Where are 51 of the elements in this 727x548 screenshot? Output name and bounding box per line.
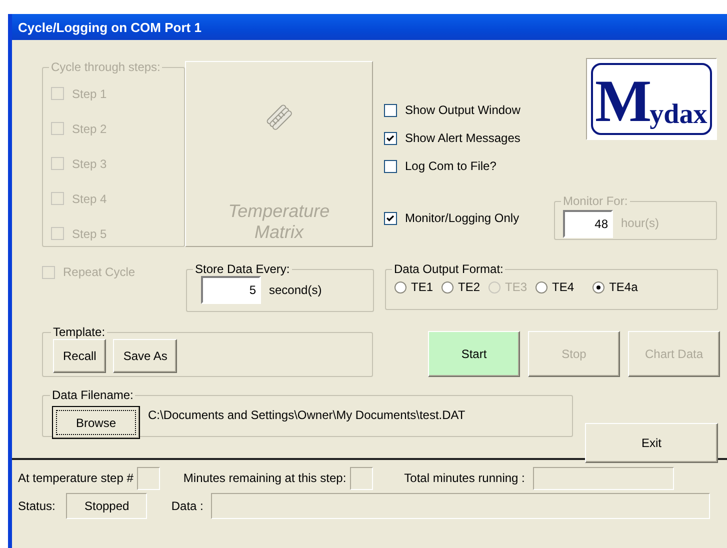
checkbox[interactable] <box>384 132 397 144</box>
browse-button[interactable]: Browse <box>52 406 140 439</box>
radio-button[interactable] <box>394 280 407 294</box>
checkbox[interactable] <box>384 160 397 172</box>
seconds-field[interactable]: 5 <box>201 276 261 304</box>
group-label: Data Filename: <box>51 388 134 402</box>
checkbox-label: Log Com to File? <box>405 159 496 173</box>
radio-button[interactable] <box>535 280 548 294</box>
checkbox-label: Step 3 <box>72 156 107 170</box>
exit-button[interactable]: Exit <box>585 423 718 463</box>
checkbox-label: Step 2 <box>72 122 107 136</box>
radio-label: TE4a <box>609 280 638 294</box>
tube-bundle-icon <box>264 102 294 132</box>
radio-label: TE1 <box>411 280 434 294</box>
status-value: Stopped <box>66 493 148 519</box>
checkbox-label: Show Output Window <box>405 103 520 117</box>
group-label: Cycle through steps: <box>50 60 162 74</box>
step-field <box>137 466 160 490</box>
group-label: Template: <box>52 325 106 339</box>
status-label: Data : <box>171 499 204 513</box>
status-label: Total minutes running : <box>404 471 525 485</box>
checkbox-label: Monitor/Logging Only <box>405 211 520 225</box>
radio-label: TE3 <box>505 280 528 294</box>
checkbox[interactable] <box>384 212 397 224</box>
checkbox-label: Repeat Cycle <box>63 265 136 279</box>
group-label: Data Output Format: <box>393 262 504 276</box>
checkbox[interactable] <box>384 104 397 116</box>
status-label: Minutes remaining at this step: <box>183 471 346 485</box>
tick-icon <box>385 132 396 144</box>
checkbox-label: Step 4 <box>72 192 107 206</box>
template-button[interactable]: Recall <box>53 339 106 373</box>
checkbox-label: Step 1 <box>72 86 107 100</box>
checkbox-label: Show Alert Messages <box>405 131 520 145</box>
checkbox-label: Step 5 <box>72 226 107 240</box>
tick-icon <box>385 212 396 224</box>
logo: Mydax <box>586 58 717 140</box>
action-button[interactable]: Start <box>428 331 520 377</box>
radio-label: TE4 <box>552 280 574 294</box>
group-label: Store Data Every: <box>194 262 291 276</box>
template-button[interactable]: Save As <box>113 339 178 373</box>
radio-button[interactable] <box>592 280 606 294</box>
file-path: C:\Documents and Settings\Owner\My Documents\test.DAT <box>148 407 466 424</box>
status-label: Status: <box>18 499 56 513</box>
minutes-field <box>350 466 374 490</box>
radio-button[interactable] <box>441 280 454 294</box>
group-label: Monitor For: <box>562 194 629 208</box>
unit-label: hour(s) <box>621 216 660 230</box>
unit-label: second(s) <box>269 283 322 297</box>
window-title: Cycle/Logging on COM Port 1 <box>18 20 202 34</box>
status-label: At temperature step # <box>18 471 134 485</box>
radio-label: TE2 <box>458 280 480 294</box>
